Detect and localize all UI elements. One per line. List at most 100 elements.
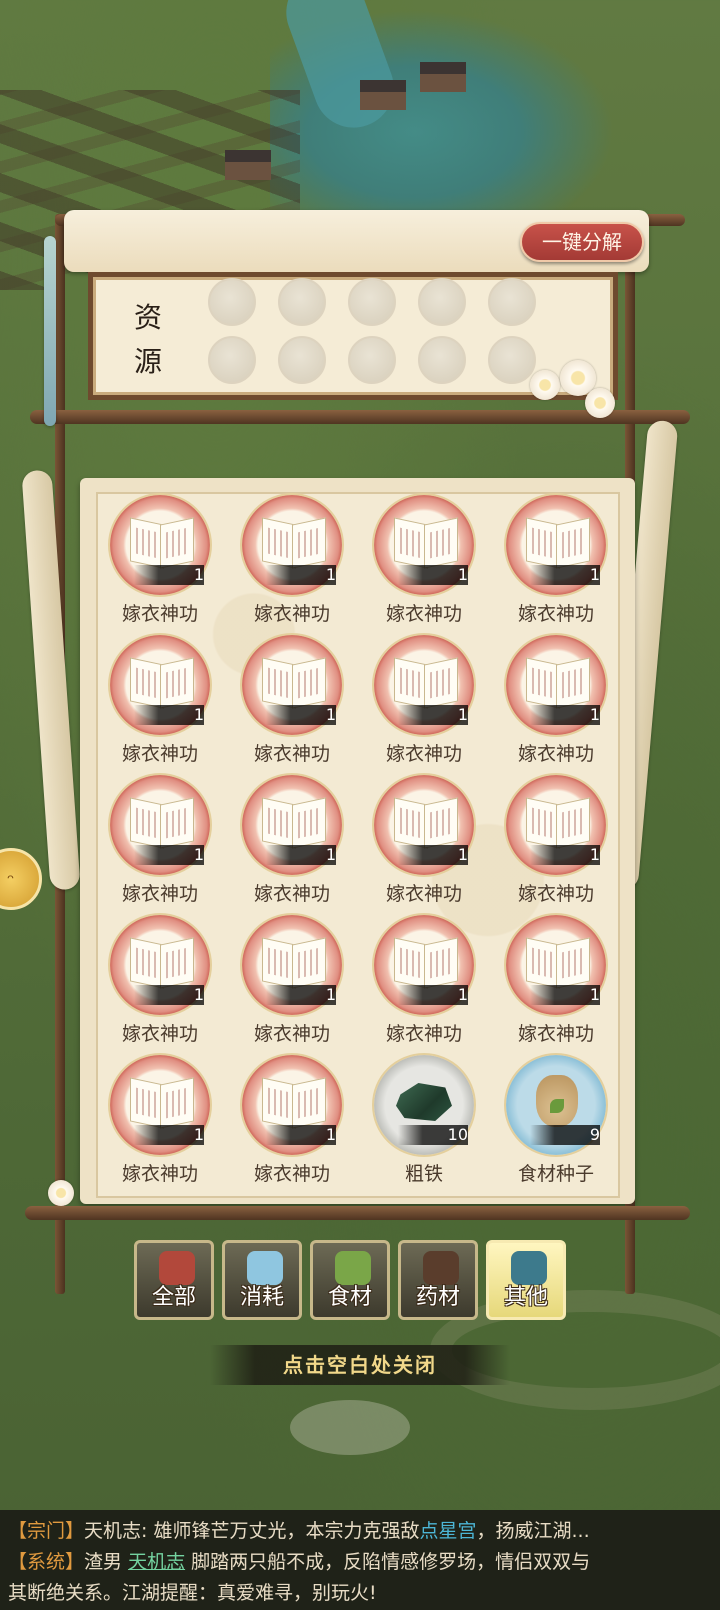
chat-log[interactable]: 【宗门】天机志: 雄师锋芒万丈光，本宗力克强敌点星宫，扬威江湖... 【系统】渣男…	[0, 1510, 720, 1610]
tab-label: 全部	[151, 1285, 196, 1310]
inventory-item[interactable]: 1 嫁衣神功	[100, 635, 220, 767]
item-count: 1	[589, 565, 600, 584]
inventory-item[interactable]: 1 嫁衣神功	[232, 915, 352, 1047]
inventory-item[interactable]: 1 嫁衣神功	[364, 775, 484, 907]
item-name: 嫁衣神功	[253, 883, 330, 905]
resource-slot[interactable]	[418, 278, 466, 326]
tab-label: 食材	[327, 1285, 372, 1310]
inventory-item[interactable]: 10 粗铁	[364, 1055, 484, 1187]
scroll-ribbon-left	[21, 469, 81, 891]
item-name: 食材种子	[517, 1163, 594, 1185]
item-name: 嫁衣神功	[121, 883, 198, 905]
item-name: 嫁衣神功	[121, 743, 198, 765]
item-count: 1	[193, 705, 204, 724]
item-count: 1	[457, 985, 468, 1004]
resource-slot[interactable]	[278, 336, 326, 384]
item-name: 嫁衣神功	[385, 1023, 462, 1045]
item-count: 1	[325, 705, 336, 724]
tab-label: 其他	[503, 1285, 548, 1310]
tab-3[interactable]: 药材	[398, 1240, 478, 1320]
tab-label: 消耗	[239, 1285, 284, 1310]
resource-slot[interactable]	[348, 336, 396, 384]
inventory-item[interactable]: 1 嫁衣神功	[496, 775, 616, 907]
chat-line: 【宗门】天机志: 雄师锋芒万丈光，本宗力克强敌点星宫，扬威江湖...	[8, 1516, 712, 1547]
item-count: 1	[325, 1125, 336, 1144]
item-count: 1	[193, 845, 204, 864]
flower-icon	[585, 388, 615, 418]
inventory-item[interactable]: 1 嫁衣神功	[100, 775, 220, 907]
item-count: 10	[447, 1125, 468, 1144]
item-name: 嫁衣神功	[517, 1023, 594, 1045]
item-count: 1	[193, 1125, 204, 1144]
resource-slot[interactable]	[488, 336, 536, 384]
resource-title-text: 资 源	[133, 301, 162, 378]
chat-text: 其断绝关系。江湖提醒：真爱难寻，别玩火!	[8, 1582, 377, 1604]
house-icon	[420, 62, 466, 92]
item-name: 嫁衣神功	[121, 1163, 198, 1185]
inventory-item[interactable]: 1 嫁衣神功	[496, 915, 616, 1047]
item-count: 1	[325, 565, 336, 584]
item-count: 1	[325, 985, 336, 1004]
resource-slot[interactable]	[348, 278, 396, 326]
inventory-item[interactable]: 1 嫁衣神功	[232, 495, 352, 627]
item-count: 1	[589, 985, 600, 1004]
tab-2[interactable]: 食材	[310, 1240, 390, 1320]
chat-text: 天机志: 雄师锋芒万丈光，本宗力克强敌	[84, 1520, 420, 1542]
item-count: 1	[457, 565, 468, 584]
chat-text: ，扬威江湖...	[476, 1520, 590, 1542]
chat-channel-tag: 【系统】	[8, 1551, 85, 1573]
resource-slot[interactable]	[488, 278, 536, 326]
close-hint[interactable]: 点击空白处关闭	[210, 1345, 510, 1385]
chat-line: 【系统】渣男 天机志 脚踏两只船不成，反陷情感修罗场，情侣双双与	[8, 1547, 712, 1578]
resource-slot[interactable]	[208, 278, 256, 326]
inventory-item[interactable]: 1 嫁衣神功	[232, 635, 352, 767]
inventory-item[interactable]: 1 嫁衣神功	[100, 915, 220, 1047]
tab-label: 药材	[415, 1285, 460, 1310]
item-name: 嫁衣神功	[121, 603, 198, 625]
inventory-item[interactable]: 1 嫁衣神功	[100, 1055, 220, 1187]
inventory-item[interactable]: 1 嫁衣神功	[100, 495, 220, 627]
inventory-item[interactable]: 1 嫁衣神功	[364, 495, 484, 627]
resource-slot[interactable]	[278, 278, 326, 326]
pagoda-icon	[225, 150, 271, 180]
item-name: 嫁衣神功	[253, 603, 330, 625]
chat-bubble-icon[interactable]: ᵔ	[0, 848, 42, 910]
item-count: 9	[589, 1125, 600, 1144]
jade-tassel-icon	[44, 236, 56, 426]
inventory-item[interactable]: 1 嫁衣神功	[364, 915, 484, 1047]
item-count: 1	[193, 565, 204, 584]
house-icon	[360, 80, 406, 110]
item-name: 嫁衣神功	[385, 743, 462, 765]
tab-0[interactable]: 全部	[134, 1240, 214, 1320]
inventory-item[interactable]: 1 嫁衣神功	[364, 635, 484, 767]
chat-channel-tag: 【宗门】	[8, 1520, 85, 1542]
item-count: 1	[457, 705, 468, 724]
resource-slot[interactable]	[208, 336, 256, 384]
resource-title: 资 源	[128, 296, 168, 384]
inventory-item[interactable]: 1 嫁衣神功	[232, 1055, 352, 1187]
chat-line: 其断绝关系。江湖提醒：真爱难寻，别玩火!	[8, 1578, 712, 1609]
pond	[290, 1400, 410, 1455]
bottom-rod	[25, 1206, 690, 1220]
item-name: 嫁衣神功	[517, 603, 594, 625]
item-count: 1	[589, 845, 600, 864]
flower-icon	[48, 1180, 74, 1206]
flower-icon	[530, 370, 560, 400]
chat-link[interactable]: 点星宫	[419, 1520, 476, 1542]
resource-slot[interactable]	[418, 336, 466, 384]
inventory-item[interactable]: 1 嫁衣神功	[232, 775, 352, 907]
item-count: 1	[589, 705, 600, 724]
tab-4[interactable]: 其他	[486, 1240, 566, 1320]
item-name: 嫁衣神功	[253, 743, 330, 765]
item-name: 嫁衣神功	[517, 883, 594, 905]
chat-link[interactable]: 天机志	[128, 1551, 185, 1573]
inventory-item[interactable]: 9 食材种子	[496, 1055, 616, 1187]
item-count: 1	[193, 985, 204, 1004]
chat-text: 渣男	[84, 1551, 129, 1573]
item-name: 嫁衣神功	[253, 1023, 330, 1045]
inventory-item[interactable]: 1 嫁衣神功	[496, 495, 616, 627]
one-click-decompose-button[interactable]: 一键分解	[520, 222, 644, 262]
tab-1[interactable]: 消耗	[222, 1240, 302, 1320]
inventory-item[interactable]: 1 嫁衣神功	[496, 635, 616, 767]
chat-text: 脚踏两只船不成，反陷情感修罗场，情侣双双与	[185, 1551, 591, 1573]
